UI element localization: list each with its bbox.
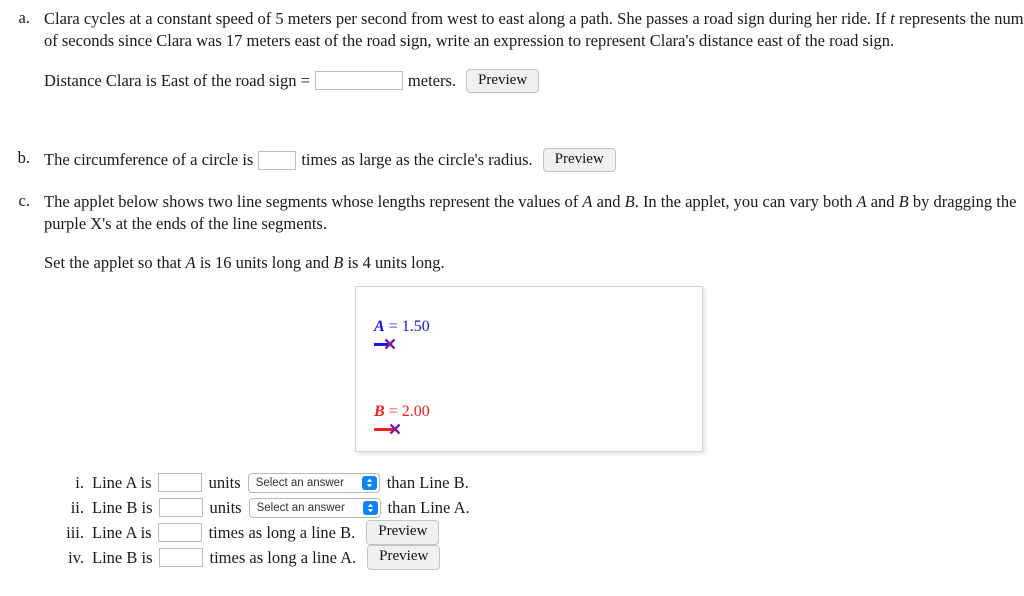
variable-B-2: B	[898, 192, 909, 211]
sub-question-marker: iv.	[68, 547, 84, 567]
sub-question-row: i. Line A is units Select an answer than Lin…	[0, 470, 700, 495]
distance-east-input[interactable]	[314, 71, 403, 91]
sub-question-text-before: Line A is	[92, 522, 152, 542]
part-c-seg-2: and	[592, 192, 625, 211]
comparison-select[interactable]: Select an answer	[248, 497, 381, 518]
worksheet-page: a. Clara cycles at a constant speed of 5…	[0, 0, 1024, 596]
part-a-preview-button[interactable]: Preview	[466, 68, 540, 93]
question-part-b: b. The circumference of a circle is time…	[0, 148, 1024, 173]
part-a-marker: a.	[18, 8, 30, 27]
sub-question-row: iii. Line A is times as long a line B. Prev…	[0, 520, 700, 545]
question-part-a: a. Clara cycles at a constant speed of 5…	[0, 8, 1024, 93]
sub-question-row: ii. Line B is units Select an answer than Li…	[0, 495, 700, 520]
part-b-preview-button[interactable]: Preview	[542, 148, 616, 173]
part-c-seg-3: . In the applet, you can vary both	[634, 192, 857, 211]
part-c-seg-4: and	[866, 192, 899, 211]
sub-question-value-input[interactable]	[157, 523, 202, 542]
part-b-answer-row: The circumference of a circle is times a…	[44, 148, 1024, 173]
chevron-up-down-icon	[362, 500, 378, 515]
segment-b-equals: =	[384, 403, 402, 420]
segment-b-label: B = 2.00	[374, 403, 430, 421]
sub-question-units-label: units	[208, 472, 241, 492]
sub-question-text-before: Line B is	[92, 547, 153, 567]
sub-question-row: iv. Line B is times as long a line A. Previ…	[0, 545, 700, 570]
sub-question-text-after: times as long a line B.	[208, 522, 356, 542]
variable-A-1: A	[582, 192, 593, 211]
part-a-units-label: meters.	[407, 70, 457, 90]
sub-question-text-before: Line B is	[92, 497, 153, 517]
part-c-marker: c.	[18, 191, 30, 210]
sub-question-value-input[interactable]	[157, 473, 202, 492]
sub-question-text-before: Line A is	[92, 472, 152, 492]
part-c-paragraph-1: The applet below shows two line segments…	[44, 191, 1024, 235]
sub-question-text-after: than Line A.	[387, 497, 470, 517]
part-b-marker: b.	[17, 148, 30, 167]
comparison-select-value: Select an answer	[256, 501, 345, 514]
variable-B-3: B	[333, 252, 344, 272]
sub-question-text-after: than Line B.	[386, 472, 469, 492]
sub-question-marker: iii.	[66, 522, 84, 542]
variable-B-1: B	[624, 192, 635, 211]
segment-a-geometry	[374, 337, 430, 353]
part-b-text-before: The circumference of a circle is	[44, 150, 254, 170]
applet-segment-a: A = 1.50	[374, 318, 430, 353]
part-a-prompt-text: Clara cycles at a constant speed of 5 me…	[44, 8, 1024, 52]
segment-a-drag-handle[interactable]	[383, 337, 397, 351]
chevron-up-down-icon	[361, 475, 377, 490]
sub-question-text-after: times as long a line A.	[209, 547, 357, 567]
line-segment-applet[interactable]: A = 1.50 B = 2.00	[355, 286, 703, 452]
segment-a-equals: =	[384, 318, 402, 335]
segment-a-letter: A	[374, 318, 385, 335]
sub-questions-list: i. Line A is units Select an answer than Lin…	[0, 470, 700, 570]
sub-question-value-input[interactable]	[158, 548, 203, 567]
part-a-answer-label: Distance Clara is East of the road sign …	[44, 70, 310, 90]
part-b-text-after: times as large as the circle's radius.	[301, 150, 533, 170]
sub-question-marker: i.	[75, 472, 84, 492]
segment-b-drag-handle[interactable]	[388, 422, 402, 436]
question-part-c: c. The applet below shows two line segme…	[0, 191, 1024, 273]
part-c-p2-seg-1: Set the applet so that	[44, 252, 186, 272]
sub-question-units-label: units	[209, 497, 242, 517]
part-c-seg-1: The applet below shows two line segments…	[44, 192, 583, 211]
comparison-select-value: Select an answer	[255, 476, 344, 489]
comparison-select[interactable]: Select an answer	[247, 472, 380, 493]
applet-segment-b: B = 2.00	[374, 403, 430, 438]
part-c-p2-seg-3: is 4 units long.	[343, 252, 445, 272]
part-a-text-segment-1: Clara cycles at a constant speed of 5 me…	[44, 9, 891, 28]
variable-t: t	[890, 9, 895, 28]
part-c-paragraph-2: Set the applet so that A is 16 units lon…	[44, 252, 1024, 274]
segment-b-value: 2.00	[401, 403, 430, 420]
segment-b-geometry	[374, 422, 430, 438]
segment-b-letter: B	[374, 403, 385, 420]
sub-question-marker: ii.	[70, 497, 84, 517]
part-a-answer-row: Distance Clara is East of the road sign …	[44, 68, 1024, 93]
variable-A-2: A	[856, 192, 867, 211]
segment-a-value: 1.50	[401, 318, 430, 335]
segment-a-label: A = 1.50	[374, 318, 430, 336]
circumference-multiple-input[interactable]	[258, 150, 297, 170]
part-c-p2-seg-2: is 16 units long and	[195, 252, 334, 272]
sub-question-preview-button[interactable]: Preview	[366, 520, 440, 545]
sub-question-preview-button[interactable]: Preview	[367, 545, 441, 570]
variable-A-3: A	[185, 252, 196, 272]
sub-question-value-input[interactable]	[158, 498, 203, 517]
